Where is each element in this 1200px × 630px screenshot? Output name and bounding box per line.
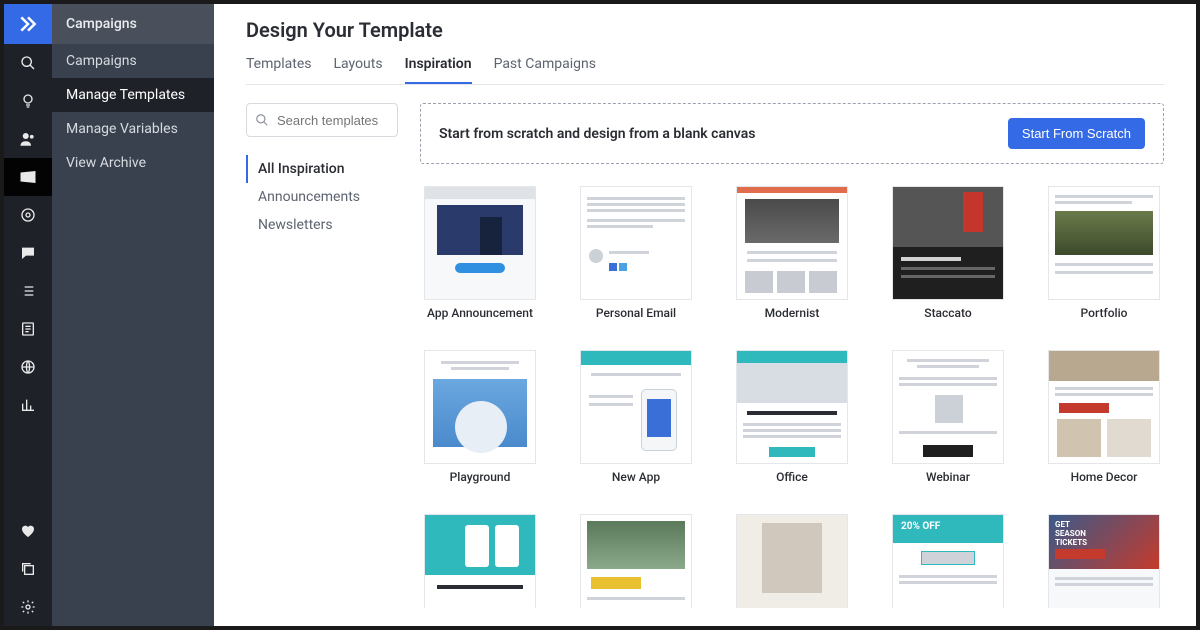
template-grid: App Announcement Personal Email — [420, 186, 1164, 608]
contacts-icon[interactable] — [4, 120, 52, 158]
start-from-scratch-button[interactable]: Start From Scratch — [1008, 118, 1145, 149]
search-box — [246, 103, 398, 137]
template-playground[interactable]: Playground — [420, 350, 540, 484]
template-staccato[interactable]: Staccato — [888, 186, 1008, 320]
list-icon[interactable] — [4, 272, 52, 310]
globe-icon[interactable] — [4, 348, 52, 386]
conversations-icon[interactable] — [4, 234, 52, 272]
template-card[interactable]: GETSEASONTICKETS — [1044, 514, 1164, 608]
template-modernist[interactable]: Modernist — [732, 186, 852, 320]
template-card[interactable] — [576, 514, 696, 608]
template-card[interactable] — [732, 514, 852, 608]
tab-layouts[interactable]: Layouts — [334, 56, 383, 84]
heart-icon[interactable] — [4, 512, 52, 550]
template-portfolio[interactable]: Portfolio — [1044, 186, 1164, 320]
tab-past-campaigns[interactable]: Past Campaigns — [494, 56, 596, 84]
sidebar: Campaigns Campaigns Manage Templates Man… — [52, 4, 214, 626]
template-card[interactable]: 20% OFF — [888, 514, 1008, 608]
tab-inspiration[interactable]: Inspiration — [405, 56, 472, 84]
tabs: Templates Layouts Inspiration Past Campa… — [246, 56, 1164, 85]
app-logo[interactable] — [4, 4, 52, 44]
settings-icon[interactable] — [4, 588, 52, 626]
icon-rail — [4, 4, 52, 626]
template-office[interactable]: Office — [732, 350, 852, 484]
template-home-decor[interactable]: Home Decor — [1044, 350, 1164, 484]
scratch-banner: Start from scratch and design from a bla… — [420, 103, 1164, 164]
filter-list: All Inspiration Announcements Newsletter… — [246, 155, 398, 239]
sidebar-item-manage-templates[interactable]: Manage Templates — [52, 78, 214, 112]
template-app-announcement[interactable]: App Announcement — [420, 186, 540, 320]
page-title: Design Your Template — [246, 18, 1164, 42]
sidebar-item-view-archive[interactable]: View Archive — [52, 146, 214, 180]
template-personal-email[interactable]: Personal Email — [576, 186, 696, 320]
page-icon[interactable] — [4, 310, 52, 348]
search-icon[interactable] — [4, 44, 52, 82]
stack-icon[interactable] — [4, 550, 52, 588]
template-webinar[interactable]: Webinar — [888, 350, 1008, 484]
tab-templates[interactable]: Templates — [246, 56, 312, 84]
sidebar-item-campaigns[interactable]: Campaigns — [52, 44, 214, 78]
sidebar-item-manage-variables[interactable]: Manage Variables — [52, 112, 214, 146]
scratch-text: Start from scratch and design from a bla… — [439, 126, 755, 142]
main: Design Your Template Templates Layouts I… — [214, 4, 1196, 626]
template-new-app[interactable]: New App — [576, 350, 696, 484]
filter-newsletters[interactable]: Newsletters — [246, 211, 398, 239]
automation-icon[interactable] — [4, 196, 52, 234]
sidebar-title: Campaigns — [52, 4, 214, 44]
template-card[interactable] — [420, 514, 540, 608]
campaigns-icon[interactable] — [4, 158, 52, 196]
filter-all-inspiration[interactable]: All Inspiration — [246, 155, 398, 183]
search-icon — [255, 113, 269, 127]
reports-icon[interactable] — [4, 386, 52, 424]
filter-announcements[interactable]: Announcements — [246, 183, 398, 211]
lightbulb-icon[interactable] — [4, 82, 52, 120]
